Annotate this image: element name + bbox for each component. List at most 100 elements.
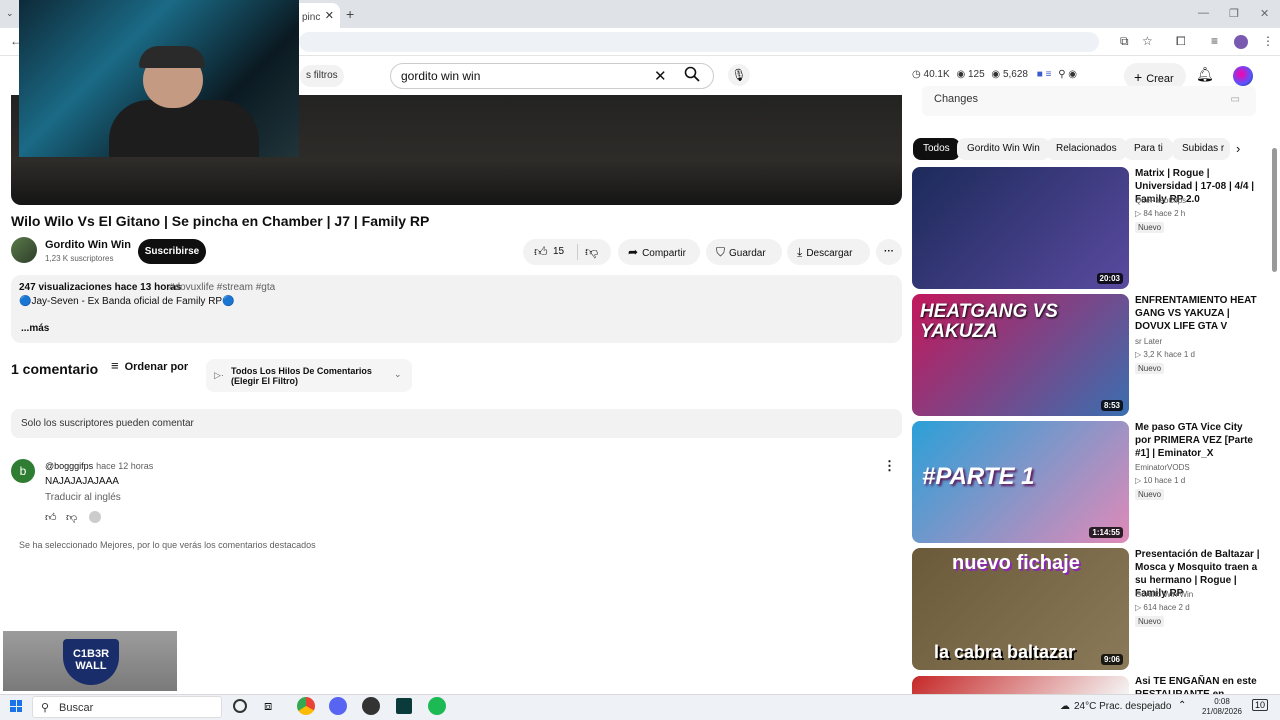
tray-chevron-icon[interactable]: ⌃ — [1178, 700, 1186, 711]
browser-menu-icon[interactable]: ⋮ — [1262, 34, 1274, 48]
related-video-title[interactable]: ENFRENTAMIENTO HEAT GANG VS YAKUZA | DOV… — [1135, 294, 1260, 333]
notification-center-icon[interactable]: 10 — [1252, 699, 1269, 711]
comment-filter-dropdown[interactable]: ▷· Todos Los Hilos De Comentarios (Elegi… — [206, 359, 412, 392]
taskbar-clock[interactable]: 0:08 21/08/2026 — [1200, 697, 1244, 717]
video-thumbnail[interactable] — [912, 676, 1129, 694]
tab-title: pinc — [302, 12, 321, 23]
share-button[interactable]: ➦ Compartir — [618, 239, 700, 265]
related-video-meta: ▷ 84 hace 2 h — [1135, 209, 1186, 218]
comment-text: NAJAJAJAJAAA — [45, 476, 119, 487]
related-video-title[interactable]: Asi TE ENGAÑAN en este RESTAURANTE en AL… — [1135, 675, 1260, 694]
comment-menu-icon[interactable]: ⋮ — [883, 458, 896, 474]
related-video-channel[interactable]: QuePasoClips — [1135, 196, 1186, 205]
filters-button[interactable]: s filtros — [300, 65, 344, 87]
chevron-right-icon[interactable]: › — [1236, 141, 1240, 156]
filter-label: Todos Los Hilos De Comentarios (Elegir E… — [231, 366, 372, 386]
chip-related[interactable]: Relacionados — [1046, 138, 1127, 160]
save-button[interactable]: ⛉ Guardar — [706, 239, 782, 265]
viewers-stat-icon: ◉ — [956, 69, 966, 80]
related-video-channel[interactable]: sr Later — [1135, 337, 1162, 346]
chevron-down-icon: ⌄ — [394, 369, 402, 379]
search-icon: ⚲ — [41, 702, 50, 714]
address-bar[interactable] — [299, 32, 1099, 52]
more-actions-button[interactable]: ··· — [876, 239, 902, 265]
plus-icon: + — [1134, 69, 1143, 85]
subscribers-only-notice: Solo los suscriptores pueden comentar — [11, 409, 902, 438]
close-tab-icon[interactable]: ✕ — [325, 9, 334, 22]
windows-start-icon[interactable] — [10, 700, 22, 712]
media-icon[interactable]: ≡ — [1211, 34, 1218, 48]
share-icon: ➦ — [628, 245, 639, 259]
channel-avatar[interactable] — [11, 237, 37, 263]
chip-uploads[interactable]: Subidas r — [1172, 138, 1230, 160]
commenter-avatar[interactable]: b — [11, 459, 35, 483]
like-dislike-group: 👍︎ 15 👎︎ — [523, 239, 611, 265]
download-label: Descargar — [806, 248, 853, 259]
sort-comments-button[interactable]: ≡ Ordenar por — [111, 358, 188, 373]
comment-time[interactable]: hace 12 horas — [96, 461, 153, 471]
download-icon: ⤓ — [797, 245, 803, 259]
chip-channel[interactable]: Gordito Win Win — [957, 138, 1050, 160]
search-input[interactable] — [401, 69, 641, 83]
cyberwall-logo: C1B3R WALL — [63, 639, 119, 685]
panel-icon[interactable]: ▭ — [1231, 94, 1240, 105]
related-video-channel[interactable]: Gordito Win Win — [1135, 590, 1193, 599]
like-icon[interactable]: 👍︎ — [534, 239, 548, 265]
watchers-stat: 5,628 — [1002, 69, 1028, 80]
tab-list-icon[interactable]: ⌄ — [6, 8, 14, 19]
related-video-channel[interactable]: EminatorVODS — [1135, 463, 1190, 472]
changes-label: Changes — [934, 93, 979, 105]
obs-icon[interactable] — [362, 697, 380, 715]
discord-icon[interactable] — [329, 697, 347, 715]
related-video-meta: ▷ 614 hace 2 d — [1135, 603, 1190, 612]
restore-icon[interactable]: ❐ — [1229, 7, 1239, 20]
chrome-icon[interactable] — [297, 697, 315, 715]
thumbnail-text: nuevo fichaje — [952, 552, 1080, 574]
comment-author[interactable]: @bogggifps — [45, 461, 93, 471]
extensions-icon[interactable]: ⧠ — [1176, 34, 1186, 49]
clear-search-icon[interactable]: ✕ — [654, 67, 667, 85]
channel-name[interactable]: Gordito Win Win — [45, 239, 131, 251]
task-view-icon[interactable]: ⧈ — [264, 698, 272, 714]
terminal-app-icon[interactable] — [396, 698, 412, 714]
download-button[interactable]: ⤓ Descargar — [787, 239, 870, 265]
comment-dislike-icon[interactable]: 👎︎ — [66, 511, 77, 524]
cast-icon[interactable]: ⧉ — [1120, 34, 1129, 49]
profile-icon[interactable] — [1234, 35, 1248, 49]
extension-icon[interactable]: ■ ≡ — [1037, 69, 1052, 80]
notifications-bell-icon[interactable]: 🔔︎ — [1196, 66, 1214, 83]
comment-like-icon[interactable]: 👍︎ — [45, 511, 57, 524]
like-count[interactable]: 15 — [553, 239, 564, 265]
account-avatar[interactable] — [1233, 66, 1253, 86]
filter-icon: ▷· — [214, 370, 224, 380]
video-thumbnail[interactable]: nuevo fichaje la cabra baltazar 9:06 — [912, 548, 1129, 670]
comment-count: 1 comentario — [11, 361, 99, 377]
chip-todos[interactable]: Todos — [913, 138, 960, 160]
changes-panel[interactable]: Changes ▭ — [922, 86, 1256, 116]
chip-for-you[interactable]: Para ti — [1124, 138, 1173, 160]
show-more-link[interactable]: ...más — [21, 323, 49, 334]
extension-icon[interactable]: ⚲ ◉ — [1058, 69, 1077, 80]
streamer-cap — [139, 46, 205, 68]
page-scrollbar[interactable] — [1272, 148, 1277, 272]
new-tab-button[interactable]: + — [346, 6, 354, 22]
dislike-icon[interactable]: 👎︎ — [585, 239, 598, 265]
translate-link[interactable]: Traducir al inglés — [45, 492, 121, 503]
bookmark-star-icon[interactable]: ☆ — [1142, 34, 1153, 48]
cortana-icon[interactable] — [233, 699, 247, 713]
search-icon[interactable] — [684, 66, 700, 86]
microphone-icon[interactable]: 🎙 — [728, 64, 750, 86]
video-thumbnail[interactable]: #PARTE 1 1:14:55 — [912, 421, 1129, 543]
spotify-icon[interactable] — [428, 697, 446, 715]
video-thumbnail[interactable]: HEATGANG VS YAKUZA 8:53 — [912, 294, 1129, 416]
related-video-title[interactable]: Me paso GTA Vice City por PRIMERA VEZ [P… — [1135, 421, 1260, 460]
bookmark-icon: ⛉ — [716, 245, 726, 259]
close-window-icon[interactable]: ✕ — [1260, 7, 1269, 20]
taskbar-search[interactable]: ⚲ Buscar — [32, 696, 222, 718]
streamer-body — [109, 100, 259, 157]
hashtags[interactable]: #dovuxlife #stream #gta — [169, 282, 275, 293]
weather-widget[interactable]: ☁ 24°C Prac. despejado — [1060, 701, 1171, 712]
video-thumbnail[interactable]: 20:03 — [912, 167, 1129, 289]
minimize-icon[interactable]: — — [1198, 7, 1209, 19]
subscribe-button[interactable]: Suscribirse — [138, 239, 206, 264]
